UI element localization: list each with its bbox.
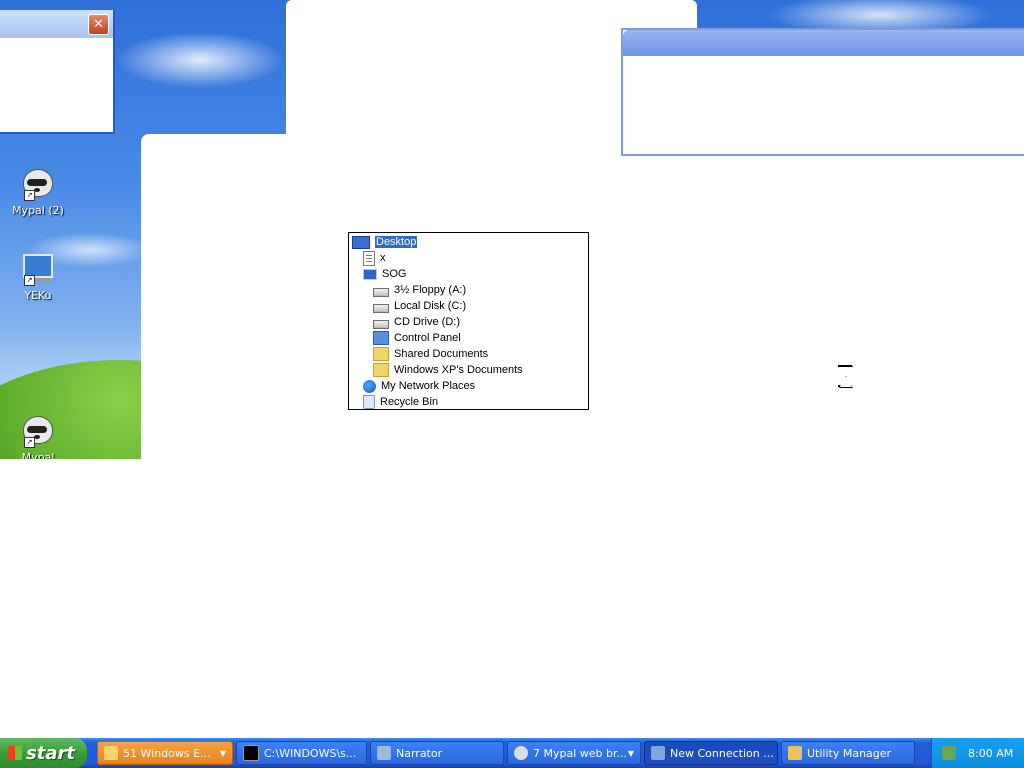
window-title-bar[interactable]: [623, 30, 1024, 56]
tree-item-control-panel[interactable]: Control Panel: [373, 330, 461, 346]
folder-icon: [104, 746, 118, 760]
group-arrow-icon: ▼: [219, 748, 226, 758]
clock[interactable]: 8:00 AM: [968, 747, 1013, 760]
hourglass-cursor-icon: [838, 365, 852, 388]
right-window: [621, 28, 1024, 156]
start-button[interactable]: start: [0, 738, 87, 768]
recycle-bin-icon: [363, 395, 375, 409]
group-arrow-icon: ▼: [627, 748, 634, 758]
tree-item-xp-documents[interactable]: Windows XP's Documents: [373, 362, 523, 378]
desktop-icon-mypal[interactable]: ↗ Mypal: [0, 413, 76, 459]
windows-flag-icon: [8, 746, 22, 760]
shortcut-arrow-icon: ↗: [24, 275, 35, 286]
cd-drive-icon: [373, 319, 389, 329]
security-icon[interactable]: [942, 746, 956, 760]
taskbar-button-utility-manager[interactable]: Utility Manager: [781, 741, 915, 765]
narrator-icon: [377, 746, 391, 760]
desktop-icon-label: Mypal (2): [12, 204, 64, 217]
tree-item-x[interactable]: x: [363, 250, 386, 266]
raccoon-icon: [514, 746, 528, 760]
taskbar-button-new-connection[interactable]: New Connection ...: [644, 741, 778, 765]
network-icon: [363, 379, 376, 393]
folder-icon: [373, 347, 389, 361]
hard-disk-icon: [373, 303, 389, 313]
folder-icon: [373, 363, 389, 377]
desktop-icon-mypal-2[interactable]: ↗ Mypal (2): [0, 166, 76, 217]
desktop-icon-yeku[interactable]: ↗ YEKu: [0, 250, 76, 302]
tree-item-cd-drive[interactable]: CD Drive (D:): [373, 314, 460, 330]
taskbar-button-narrator[interactable]: Narrator: [370, 741, 504, 765]
tree-item-local-disk[interactable]: Local Disk (C:): [373, 298, 466, 314]
tree-item-network-places[interactable]: My Network Places: [363, 378, 475, 394]
taskbar-button-mypal[interactable]: 7 Mypal web br... ▼: [507, 741, 641, 765]
floppy-drive-icon: [373, 287, 389, 297]
desktop-icon: [352, 235, 370, 249]
taskbar-button-cmd[interactable]: C:\WINDOWS\s...: [236, 741, 367, 765]
tree-item-recycle-bin[interactable]: Recycle Bin: [363, 394, 438, 410]
small-window: ✕: [0, 10, 115, 134]
close-button[interactable]: ✕: [88, 14, 109, 35]
document-icon: [363, 250, 375, 266]
tree-item-desktop[interactable]: Desktop: [352, 234, 418, 250]
computer-icon: [363, 268, 377, 280]
network-connection-icon: [651, 746, 665, 760]
system-tray: 8:00 AM: [931, 738, 1024, 768]
command-prompt-icon: [243, 745, 259, 761]
desktop-icon-label: Mypal: [21, 451, 55, 459]
unpainted-window-region: [0, 459, 1024, 739]
taskbar: start 51 Windows E... ▼ C:\WINDOWS\s... …: [0, 738, 1024, 768]
tree-item-shared-documents[interactable]: Shared Documents: [373, 346, 488, 362]
tree-item-sog[interactable]: SOG: [363, 266, 406, 282]
shortcut-arrow-icon: ↗: [24, 437, 35, 448]
folder-tree-dropdown: Desktop x SOG 3½ Floppy (A:) Local Disk …: [348, 232, 589, 410]
taskbar-button-windows-explorer[interactable]: 51 Windows E... ▼: [97, 741, 233, 765]
desktop-icon-label: YEKu: [24, 289, 52, 302]
shortcut-arrow-icon: ↗: [24, 190, 35, 201]
window-title-bar[interactable]: ✕: [0, 10, 113, 38]
control-panel-icon: [373, 331, 389, 345]
tree-item-floppy[interactable]: 3½ Floppy (A:): [373, 282, 466, 298]
utility-manager-icon: [788, 746, 802, 760]
